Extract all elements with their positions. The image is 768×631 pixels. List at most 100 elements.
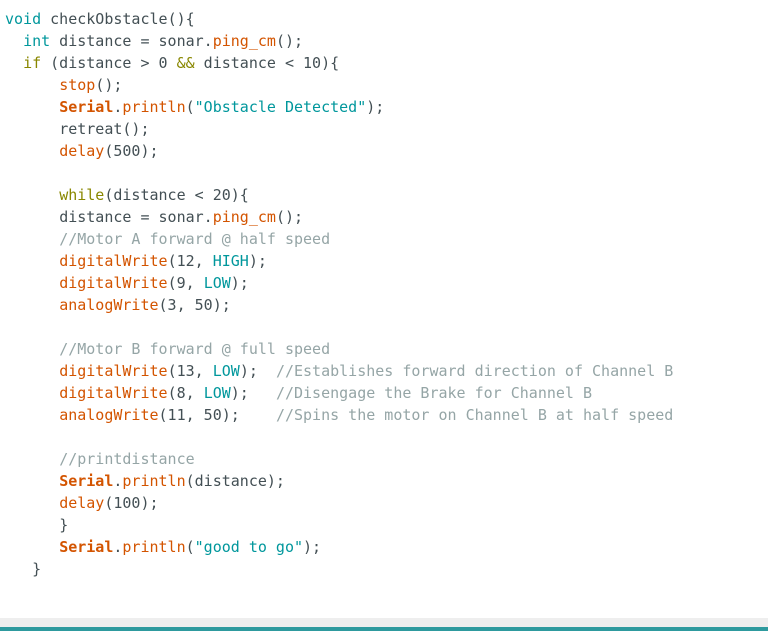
code-token: ){ [230, 186, 249, 204]
code-line[interactable]: distance = sonar.ping_cm(); [0, 206, 768, 228]
code-token: (500); [104, 142, 159, 160]
code-line[interactable] [0, 316, 768, 338]
code-token: (12, [167, 252, 213, 270]
code-token: ){ [321, 54, 340, 72]
code-line[interactable]: } [0, 514, 768, 536]
code-token: (); [122, 120, 150, 138]
code-token: (); [275, 32, 304, 50]
code-line[interactable]: if (distance > 0 && distance < 10){ [0, 52, 768, 74]
code-token: "good to go" [194, 538, 304, 556]
code-token: "Obstacle Detected" [194, 98, 367, 116]
code-line[interactable]: //Motor B forward @ full speed [0, 338, 768, 360]
code-token: int [23, 32, 51, 50]
code-line[interactable]: digitalWrite(13, LOW); //Establishes for… [0, 360, 768, 382]
code-token: (distance < 20 [104, 186, 231, 204]
code-line[interactable]: stop(); [0, 74, 768, 96]
code-line[interactable]: delay(100); [0, 492, 768, 514]
code-token: retreat [59, 120, 123, 138]
code-token: } [32, 560, 42, 578]
code-token: (distance); [185, 472, 285, 490]
code-token: } [59, 516, 69, 534]
code-token: ); [366, 98, 385, 116]
code-token: if [23, 54, 42, 72]
code-token: Serial [59, 472, 114, 490]
code-line[interactable]: delay(500); [0, 140, 768, 162]
code-token: delay [59, 494, 105, 512]
code-line[interactable]: //printdistance [0, 448, 768, 470]
code-line[interactable]: Serial.println(distance); [0, 470, 768, 492]
code-token: HIGH [212, 252, 249, 270]
code-token: Serial [59, 98, 114, 116]
code-token: //Spins the motor on Channel B at half s… [275, 406, 674, 424]
code-token: (13, [167, 362, 213, 380]
code-line[interactable]: digitalWrite(8, LOW); //Disengage the Br… [0, 382, 768, 404]
code-token: analogWrite [59, 406, 159, 424]
code-token: (100); [104, 494, 159, 512]
code-token: ( [185, 538, 195, 556]
code-line[interactable]: } [0, 558, 768, 580]
code-token: void [5, 10, 42, 28]
status-bar [0, 618, 768, 627]
code-token: (11, 50); [158, 406, 276, 424]
code-token: //Establishes forward direction of Chann… [275, 362, 674, 380]
accent-bar [0, 627, 768, 631]
code-line[interactable]: int distance = sonar.ping_cm(); [0, 30, 768, 52]
code-token: (8, [167, 384, 204, 402]
code-token: digitalWrite [59, 274, 168, 292]
code-line[interactable]: analogWrite(11, 50); //Spins the motor o… [0, 404, 768, 426]
code-token: //Disengage the Brake for Channel B [275, 384, 593, 402]
code-token: ); [239, 362, 276, 380]
code-token: ); [303, 538, 322, 556]
code-token: ping_cm [212, 208, 276, 226]
code-token: //Motor A forward @ half speed [59, 230, 331, 248]
code-line[interactable]: //Motor A forward @ half speed [0, 228, 768, 250]
code-line[interactable]: void checkObstacle(){ [0, 8, 768, 30]
code-line[interactable] [0, 162, 768, 184]
code-line[interactable]: digitalWrite(9, LOW); [0, 272, 768, 294]
code-token: //printdistance [59, 450, 195, 468]
code-token: (3, 50); [158, 296, 231, 314]
code-token: LOW [212, 362, 240, 380]
code-token: println [122, 472, 186, 490]
code-token: checkObstacle [41, 10, 168, 28]
code-token: analogWrite [59, 296, 159, 314]
code-line[interactable]: while(distance < 20){ [0, 184, 768, 206]
code-line[interactable]: Serial.println("good to go"); [0, 536, 768, 558]
code-token: && [176, 54, 195, 72]
code-token: (); [95, 76, 123, 94]
code-token: ); [230, 274, 249, 292]
code-line[interactable]: Serial.println("Obstacle Detected"); [0, 96, 768, 118]
code-token: while [59, 186, 105, 204]
code-token: (){ [167, 10, 195, 28]
code-line[interactable]: analogWrite(3, 50); [0, 294, 768, 316]
code-line[interactable] [0, 602, 768, 618]
code-editor-pane[interactable]: void checkObstacle(){ int distance = son… [0, 0, 768, 618]
code-token: println [122, 98, 186, 116]
code-token: digitalWrite [59, 252, 168, 270]
code-token: Serial [59, 538, 114, 556]
code-token: digitalWrite [59, 384, 168, 402]
code-line[interactable] [0, 426, 768, 448]
code-token: ); [248, 252, 267, 270]
code-token: ); [230, 384, 276, 402]
code-line[interactable]: digitalWrite(12, HIGH); [0, 250, 768, 272]
code-line[interactable]: retreat(); [0, 118, 768, 140]
code-token: (distance > 0 [41, 54, 177, 72]
code-line[interactable] [0, 580, 768, 602]
code-token: distance = sonar. [50, 32, 213, 50]
code-text-area[interactable]: void checkObstacle(){ int distance = son… [0, 8, 768, 618]
code-token: stop [59, 76, 96, 94]
